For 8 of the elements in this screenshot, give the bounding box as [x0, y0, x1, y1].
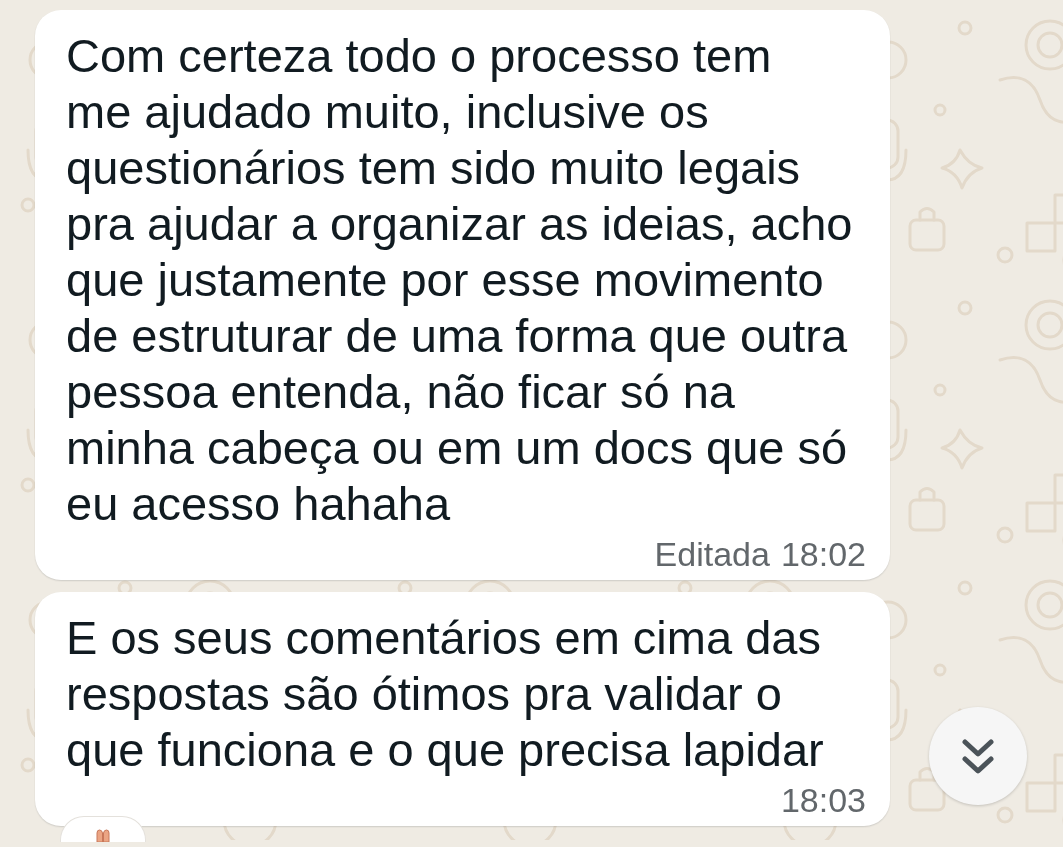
message-text: Com certeza todo o processo tem me ajudado muito, inclusive os questionários tem sido muito legais pra ajudar a organizar as ideias, acho que justamente por esse movimento de estruturar de uma forma que outra pessoa entenda, não ficar só na minha cabeça ou em um docs que só eu acesso hahaha: [66, 28, 854, 532]
message-text: E os seus comentários em cima das respostas são ótimos pra validar o que funciona e o que precisa lapidar: [66, 610, 825, 778]
edited-label: Editada: [654, 536, 770, 572]
reaction-badge[interactable]: [60, 816, 146, 842]
double-chevron-icon: [962, 738, 994, 774]
message-time: 18:02: [780, 536, 866, 572]
emoji-icon: [96, 829, 110, 842]
message-time: 18:03: [780, 782, 866, 818]
